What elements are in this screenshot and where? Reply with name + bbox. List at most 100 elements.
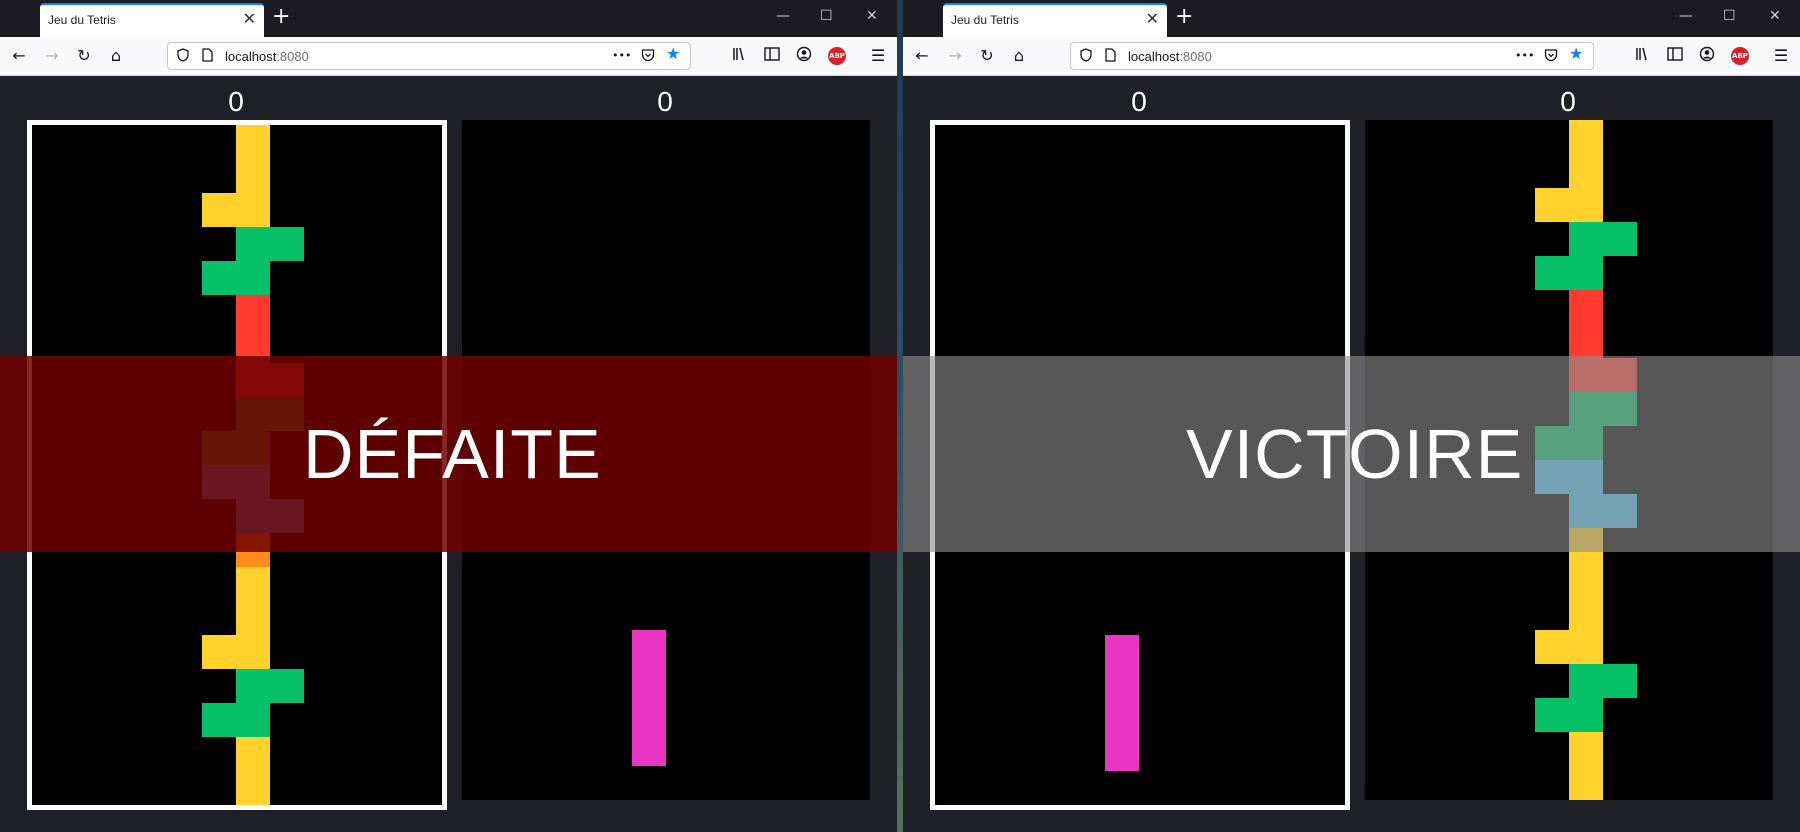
tab-title: Jeu du Tetris xyxy=(48,13,116,27)
tetromino-cell xyxy=(236,737,270,771)
minimize-button[interactable]: — xyxy=(1679,8,1693,24)
close-window-button[interactable]: ✕ xyxy=(866,8,878,24)
home-button[interactable]: ⌂ xyxy=(1009,46,1029,66)
tetromino-cell xyxy=(1569,664,1603,698)
back-button[interactable]: ← xyxy=(9,46,29,66)
library-icon[interactable] xyxy=(730,46,750,66)
tetromino-cell xyxy=(1569,766,1603,800)
result-banner: DÉFAITE xyxy=(0,356,897,552)
tab-title: Jeu du Tetris xyxy=(951,13,1019,27)
tetromino-cell xyxy=(1569,222,1603,256)
opponent-score: 0 xyxy=(1560,86,1576,117)
tetromino-cell xyxy=(270,227,304,261)
tetromino-cell xyxy=(236,771,270,805)
shield-icon[interactable] xyxy=(1080,48,1092,67)
url-host: localhost xyxy=(1128,49,1180,64)
result-banner: VICTOIRE xyxy=(903,356,1800,552)
tetromino-cell xyxy=(236,601,270,635)
tetromino-cell xyxy=(1535,698,1569,732)
maximize-button[interactable]: ☐ xyxy=(820,8,833,24)
account-icon[interactable] xyxy=(794,46,814,66)
close-tab-icon[interactable]: ✕ xyxy=(243,11,256,27)
shield-icon[interactable] xyxy=(177,48,189,67)
page-icon xyxy=(1105,48,1116,67)
tetromino-cell xyxy=(1569,562,1603,596)
nav-bar: ← → ↻ ⌂ localhost:8080 ••• ★ ABP ☰ xyxy=(0,37,897,76)
tetromino-cell xyxy=(1569,630,1603,664)
url-bar[interactable]: localhost:8080 ••• ★ xyxy=(1070,42,1594,70)
url-host: localhost xyxy=(225,49,277,64)
browser-window-right: Jeu du Tetris ✕ + — ☐ ✕ ← → ↻ ⌂ localhos… xyxy=(903,0,1800,832)
tetromino-cell xyxy=(1569,324,1603,358)
new-tab-button[interactable]: + xyxy=(1175,6,1193,28)
maximize-button[interactable]: ☐ xyxy=(1723,8,1736,24)
game-area: 0 0 VICTOIRE xyxy=(903,76,1800,832)
adblock-icon[interactable]: ABP xyxy=(828,47,846,65)
tetromino-cell xyxy=(270,669,304,703)
tetromino-cell xyxy=(236,635,270,669)
tab-strip: Jeu du Tetris ✕ + — ☐ ✕ xyxy=(0,0,897,37)
pocket-icon[interactable] xyxy=(1544,48,1558,67)
reload-button[interactable]: ↻ xyxy=(74,46,94,66)
new-tab-button[interactable]: + xyxy=(272,6,290,28)
url-port: :8080 xyxy=(276,49,309,64)
game-area: 0 0 DÉFAITE xyxy=(0,76,897,832)
tetromino-cell xyxy=(1569,120,1603,154)
tetromino-cell xyxy=(1105,703,1139,737)
forward-button[interactable]: → xyxy=(945,46,965,66)
tetromino-cell xyxy=(632,630,666,664)
close-tab-icon[interactable]: ✕ xyxy=(1146,11,1159,27)
tetromino-cell xyxy=(202,193,236,227)
tetromino-cell xyxy=(236,295,270,329)
tetromino-cell xyxy=(236,703,270,737)
home-button[interactable]: ⌂ xyxy=(106,46,126,66)
tab-jeu-du-tetris[interactable]: Jeu du Tetris ✕ xyxy=(40,3,264,37)
tetromino-cell xyxy=(632,664,666,698)
more-actions-icon[interactable]: ••• xyxy=(1515,48,1534,64)
forward-button[interactable]: → xyxy=(42,46,62,66)
tetromino-cell xyxy=(236,669,270,703)
tetromino-cell xyxy=(1569,698,1603,732)
tab-jeu-du-tetris[interactable]: Jeu du Tetris ✕ xyxy=(943,3,1167,37)
desktop-background: Jeu du Tetris ✕ + — ☐ ✕ ← → ↻ ⌂ localhos… xyxy=(0,0,1800,832)
more-actions-icon[interactable]: ••• xyxy=(612,48,631,64)
back-button[interactable]: ← xyxy=(912,46,932,66)
tab-strip: Jeu du Tetris ✕ + — ☐ ✕ xyxy=(903,0,1800,37)
tetromino-cell xyxy=(202,703,236,737)
adblock-icon[interactable]: ABP xyxy=(1731,47,1749,65)
tetromino-cell xyxy=(202,635,236,669)
bookmark-star-icon[interactable]: ★ xyxy=(1569,46,1583,62)
sidebar-icon[interactable] xyxy=(1665,46,1685,66)
account-icon[interactable] xyxy=(1697,46,1717,66)
url-bar[interactable]: localhost:8080 ••• ★ xyxy=(167,42,691,70)
reload-button[interactable]: ↻ xyxy=(977,46,997,66)
tetromino-cell xyxy=(236,567,270,601)
tetromino-cell xyxy=(202,261,236,295)
tetromino-cell xyxy=(1569,256,1603,290)
library-icon[interactable] xyxy=(1633,46,1653,66)
menu-icon[interactable]: ☰ xyxy=(1771,46,1791,66)
opponent-score: 0 xyxy=(657,86,673,117)
tetromino-cell xyxy=(236,193,270,227)
menu-icon[interactable]: ☰ xyxy=(868,46,888,66)
close-window-button[interactable]: ✕ xyxy=(1769,8,1781,24)
tetromino-cell xyxy=(1569,188,1603,222)
url-port: :8080 xyxy=(1179,49,1212,64)
tetromino-cell xyxy=(236,159,270,193)
tetromino-cell xyxy=(1535,256,1569,290)
browser-window-left: Jeu du Tetris ✕ + — ☐ ✕ ← → ↻ ⌂ localhos… xyxy=(0,0,897,832)
tetromino-cell xyxy=(1603,222,1637,256)
tetromino-cell xyxy=(236,125,270,159)
minimize-button[interactable]: — xyxy=(776,8,790,24)
sidebar-icon[interactable] xyxy=(762,46,782,66)
tetromino-cell xyxy=(1569,732,1603,766)
pocket-icon[interactable] xyxy=(641,48,655,67)
player-score: 0 xyxy=(228,86,244,117)
url-text[interactable]: localhost:8080 xyxy=(1128,49,1212,64)
url-text[interactable]: localhost:8080 xyxy=(225,49,309,64)
tetromino-cell xyxy=(1105,669,1139,703)
nav-bar: ← → ↻ ⌂ localhost:8080 ••• ★ ABP ☰ xyxy=(903,37,1800,76)
bookmark-star-icon[interactable]: ★ xyxy=(666,46,680,62)
tetromino-cell xyxy=(1569,290,1603,324)
tetromino-cell xyxy=(632,732,666,766)
